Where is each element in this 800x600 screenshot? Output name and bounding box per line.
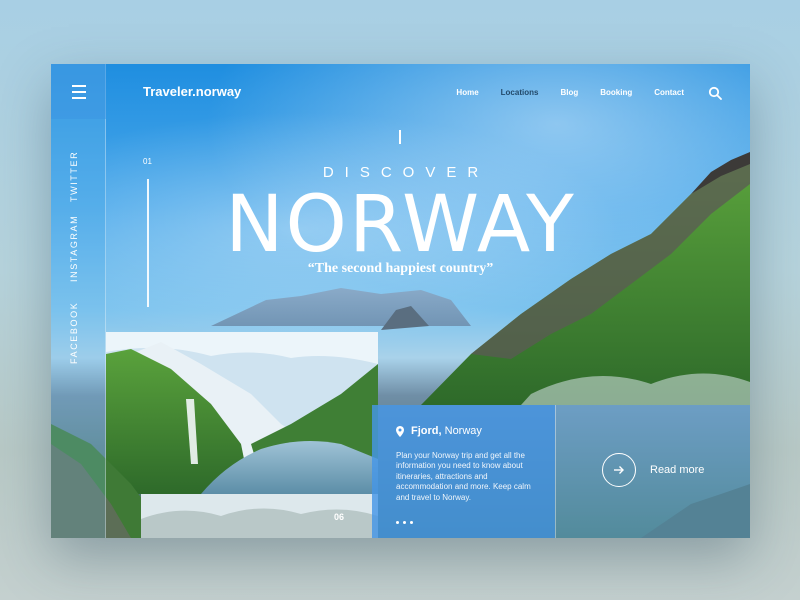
menu-button[interactable]: [51, 64, 106, 119]
sidebar: TWITTER INSTAGRAM FACEBOOK: [51, 64, 106, 538]
card-location-rest: Norway: [444, 425, 482, 437]
hamburger-icon: [71, 83, 86, 101]
nav-blog[interactable]: Blog: [560, 88, 578, 97]
arrow-right-icon: [614, 466, 624, 474]
read-more-button[interactable]: [602, 453, 636, 487]
search-icon[interactable]: [708, 86, 722, 100]
card-description: Plan your Norway trip and get all the in…: [396, 451, 531, 502]
hero-tagline: “The second happiest country”: [307, 261, 494, 276]
nav-contact[interactable]: Contact: [654, 88, 684, 97]
read-more-panel: Read more: [555, 405, 750, 538]
more-dots-icon[interactable]: [396, 521, 413, 524]
hero-title: NORWAY: [225, 180, 576, 270]
location-card: Fjord, Norway Plan your Norway trip and …: [372, 405, 555, 538]
slide-marker: [399, 130, 401, 144]
nav-booking[interactable]: Booking: [600, 88, 632, 97]
card-title: Fjord, Norway: [396, 425, 531, 437]
card-location-bold: Fjord,: [411, 425, 442, 437]
photo-number: 06: [334, 512, 345, 522]
read-more-label[interactable]: Read more: [650, 464, 704, 476]
main-nav: Home Locations Blog Booking Contact: [456, 88, 684, 97]
map-pin-icon: [396, 425, 404, 437]
hero-frame: TWITTER INSTAGRAM FACEBOOK Traveler.norw…: [51, 64, 750, 538]
hero-overline: DISCOVER: [322, 164, 490, 181]
nav-home[interactable]: Home: [456, 88, 478, 97]
social-link-facebook[interactable]: FACEBOOK: [69, 302, 79, 364]
nav-locations[interactable]: Locations: [501, 88, 539, 97]
site-logo[interactable]: Traveler.norway: [143, 84, 241, 99]
